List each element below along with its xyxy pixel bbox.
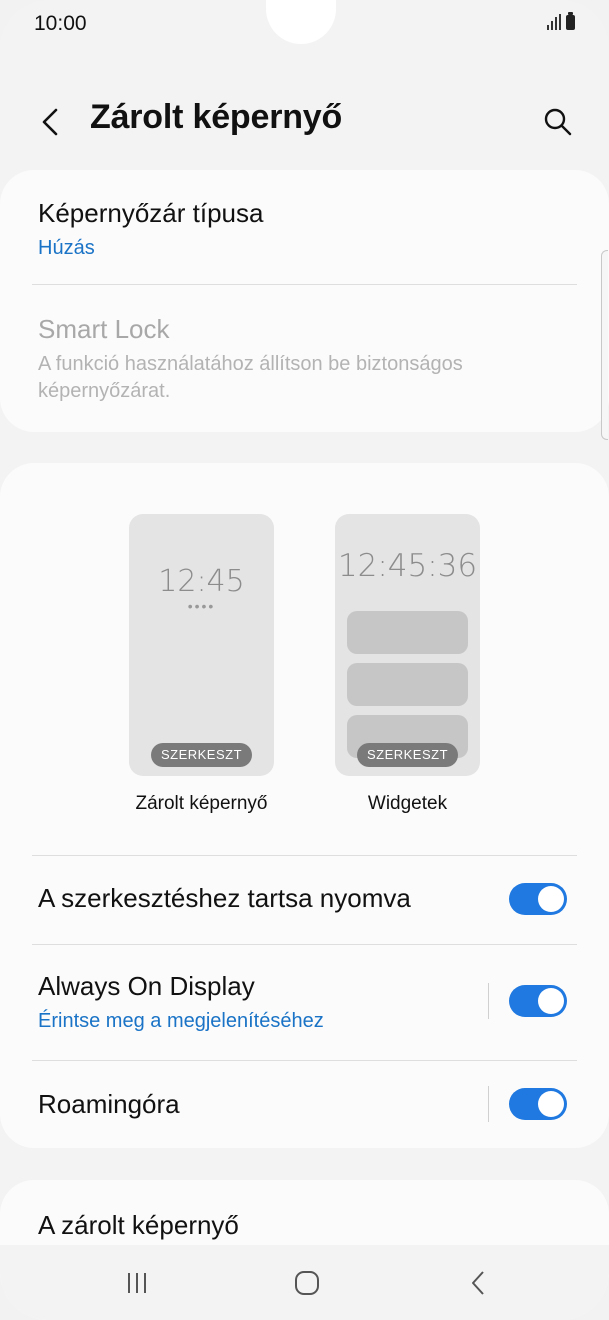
scrollbar[interactable] (601, 250, 608, 440)
divider (32, 284, 577, 285)
edit-lock-screen-button[interactable]: SZERKESZT (151, 743, 252, 767)
widgets-preview-clock: 12:45:36 (337, 548, 478, 584)
bottom-card-item[interactable]: A zárolt képernyő (38, 1210, 577, 1241)
back-chevron-icon (42, 108, 58, 136)
signal-icon (547, 14, 561, 30)
lock-type-value: Húzás (38, 237, 95, 259)
search-icon (544, 108, 572, 136)
always-on-display-toggle[interactable] (509, 985, 567, 1017)
setting-item-hold-to-edit[interactable]: A szerkesztéshez tartsa nyomva (38, 883, 479, 914)
lock-screen-preview[interactable]: 12:45 •••• SZERKESZT (129, 514, 274, 776)
roaming-clock-title: Roamingóra (38, 1089, 180, 1119)
security-card: Képernyőzár típusa Húzás Smart Lock A fu… (0, 170, 609, 432)
smart-lock-title: Smart Lock (38, 314, 170, 344)
lock-type-item[interactable]: Képernyőzár típusa Húzás (38, 198, 577, 260)
hold-to-edit-toggle[interactable] (509, 883, 567, 915)
screen: 10:00 Zárolt képernyő Képernyőzár típusa… (0, 0, 609, 1320)
home-button[interactable] (285, 1261, 329, 1305)
smart-lock-item: Smart Lock A funkció használatához állít… (38, 314, 577, 405)
widgets-preview[interactable]: 12:45:36 SZERKESZT (335, 514, 480, 776)
hold-to-edit-title: A szerkesztéshez tartsa nyomva (38, 883, 411, 913)
vertical-separator (488, 983, 489, 1019)
preview-notification-dots: •••• (187, 598, 216, 614)
setting-item-roaming-clock[interactable]: Roamingóra (38, 1089, 479, 1120)
status-time: 10:00 (34, 12, 87, 35)
battery-icon (566, 12, 575, 30)
roaming-clock-toggle[interactable] (509, 1088, 567, 1120)
recents-button[interactable] (115, 1261, 159, 1305)
widget-placeholder (347, 611, 468, 654)
nav-back-button[interactable] (456, 1261, 500, 1305)
camera-notch (266, 0, 336, 44)
smart-lock-description: A funkció használatához állítson be bizt… (38, 353, 463, 402)
edit-widgets-button[interactable]: SZERKESZT (357, 743, 458, 767)
search-button[interactable] (538, 102, 578, 142)
always-on-display-title: Always On Display (38, 971, 255, 1001)
back-button[interactable] (34, 102, 70, 142)
widgets-preview-label: Widgetek (367, 793, 448, 814)
app-header: Zárolt képernyő (0, 90, 609, 154)
divider (32, 855, 577, 856)
navigation-bar (0, 1245, 609, 1320)
home-icon (295, 1271, 319, 1295)
bottom-card-title: A zárolt képernyő (38, 1210, 239, 1240)
always-on-display-subtitle: Érintse meg a megjelenítéséhez (38, 1010, 324, 1032)
recents-icon (128, 1273, 146, 1293)
divider (32, 944, 577, 945)
lock-type-title: Képernyőzár típusa (38, 198, 264, 228)
nav-back-icon (472, 1271, 484, 1295)
page-title: Zárolt képernyő (90, 98, 343, 136)
status-icons (547, 12, 575, 30)
vertical-separator (488, 1086, 489, 1122)
lock-screen-preview-label: Zárolt képernyő (135, 793, 268, 814)
preview-clock: 12:45 (158, 564, 245, 599)
setting-item-always-on-display[interactable]: Always On Display Érintse meg a megjelen… (38, 971, 479, 1033)
lock-screen-card: 12:45 •••• SZERKESZT Zárolt képernyő 12:… (0, 463, 609, 1148)
divider (32, 1060, 577, 1061)
widget-placeholder (347, 663, 468, 706)
